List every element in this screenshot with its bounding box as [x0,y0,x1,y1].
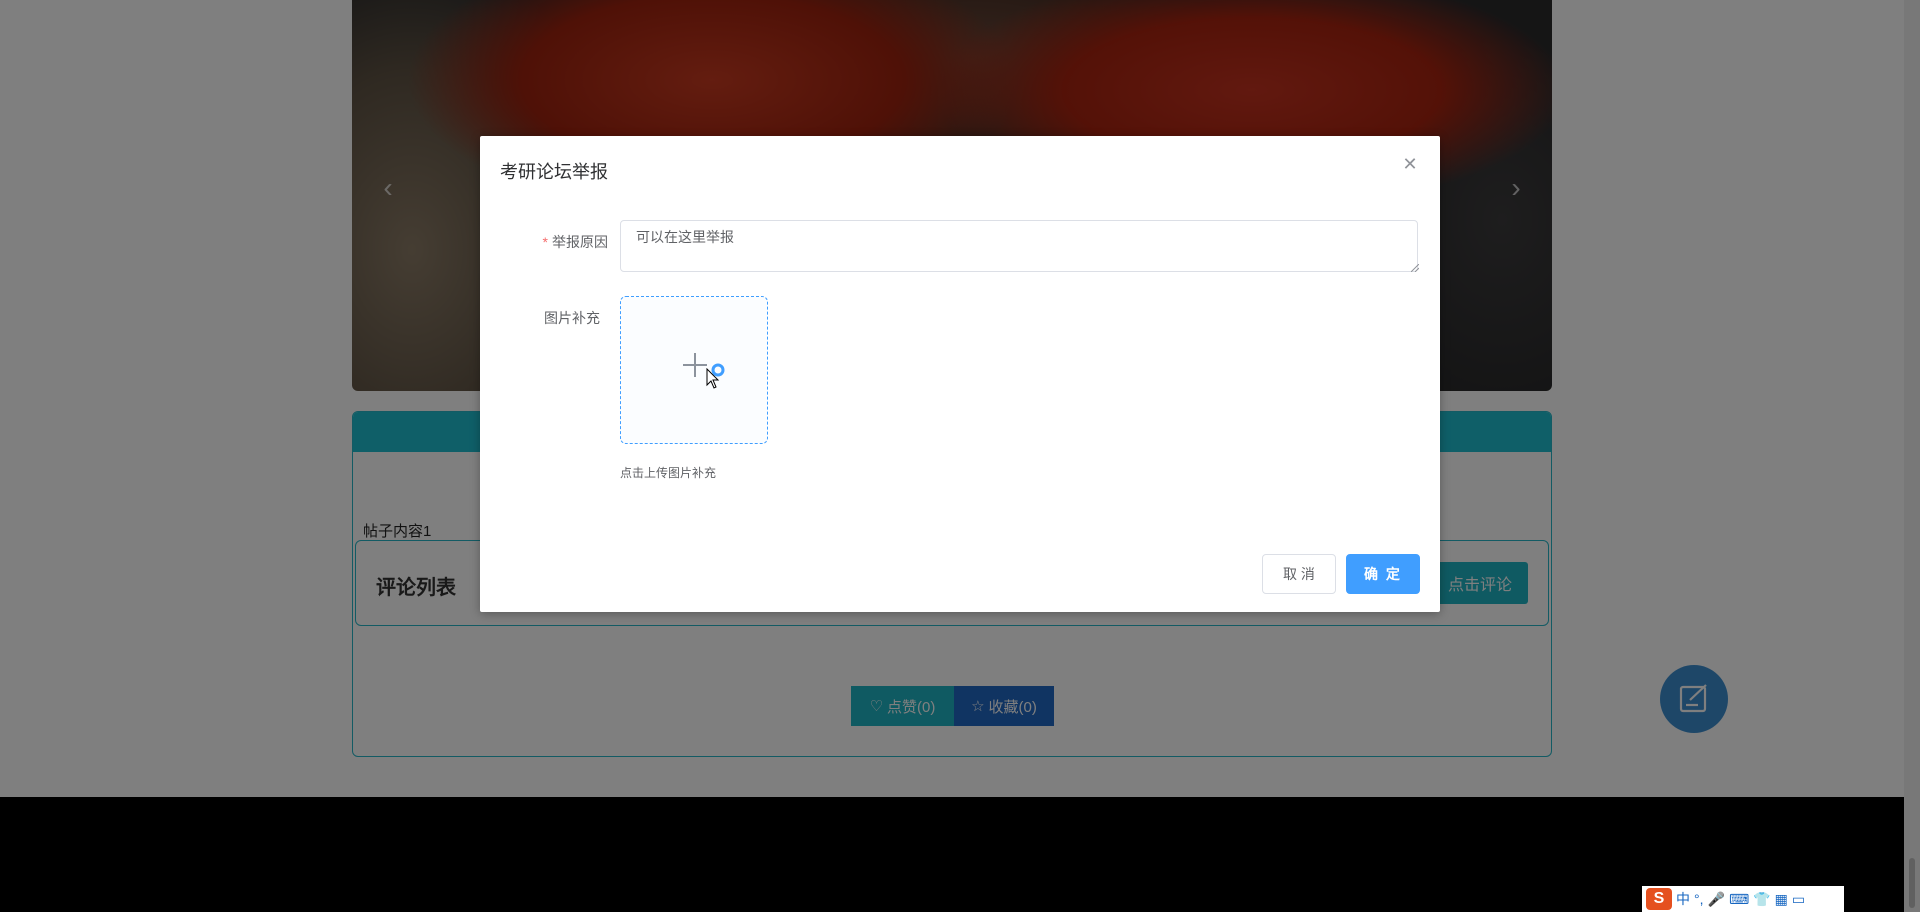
image-uploader[interactable] [620,296,768,444]
keyboard-icon[interactable]: ⌨ [1729,891,1749,908]
reason-text: 可以在这里举报 [636,229,734,245]
reason-label-wrap: * 举报原因 [488,232,608,252]
close-icon[interactable]: ✕ [1400,154,1420,174]
ime-mode[interactable]: 中 [1676,889,1690,909]
ime-toolbar[interactable]: S 中 °, 🎤 ⌨ 👕 ▦ ▭ [1642,886,1844,912]
image-label: 图片补充 [544,310,600,326]
toolbox-icon[interactable]: ▭ [1792,891,1805,908]
dialog-title: 考研论坛举报 [500,162,608,182]
skin-icon[interactable]: 👕 [1753,891,1770,908]
microphone-icon[interactable]: 🎤 [1708,891,1725,908]
reason-textarea[interactable]: 可以在这里举报 [620,220,1418,272]
apps-icon[interactable]: ▦ [1775,891,1788,908]
reason-label: 举报原因 [552,234,608,250]
required-mark: * [542,234,548,250]
cancel-button[interactable]: 取 消 [1262,554,1336,594]
report-dialog: 考研论坛举报 ✕ * 举报原因 可以在这里举报 图片补充 点击上传图片补充 取 消… [480,136,1440,612]
punctuation-icon[interactable]: °, [1694,891,1704,907]
confirm-button[interactable]: 确 定 [1346,554,1420,594]
resize-grip-icon[interactable] [1411,264,1419,272]
plus-icon [683,353,707,377]
sogou-logo-icon[interactable]: S [1646,888,1672,910]
mouse-cursor-icon [706,368,720,389]
upload-tip: 点击上传图片补充 [620,466,717,480]
